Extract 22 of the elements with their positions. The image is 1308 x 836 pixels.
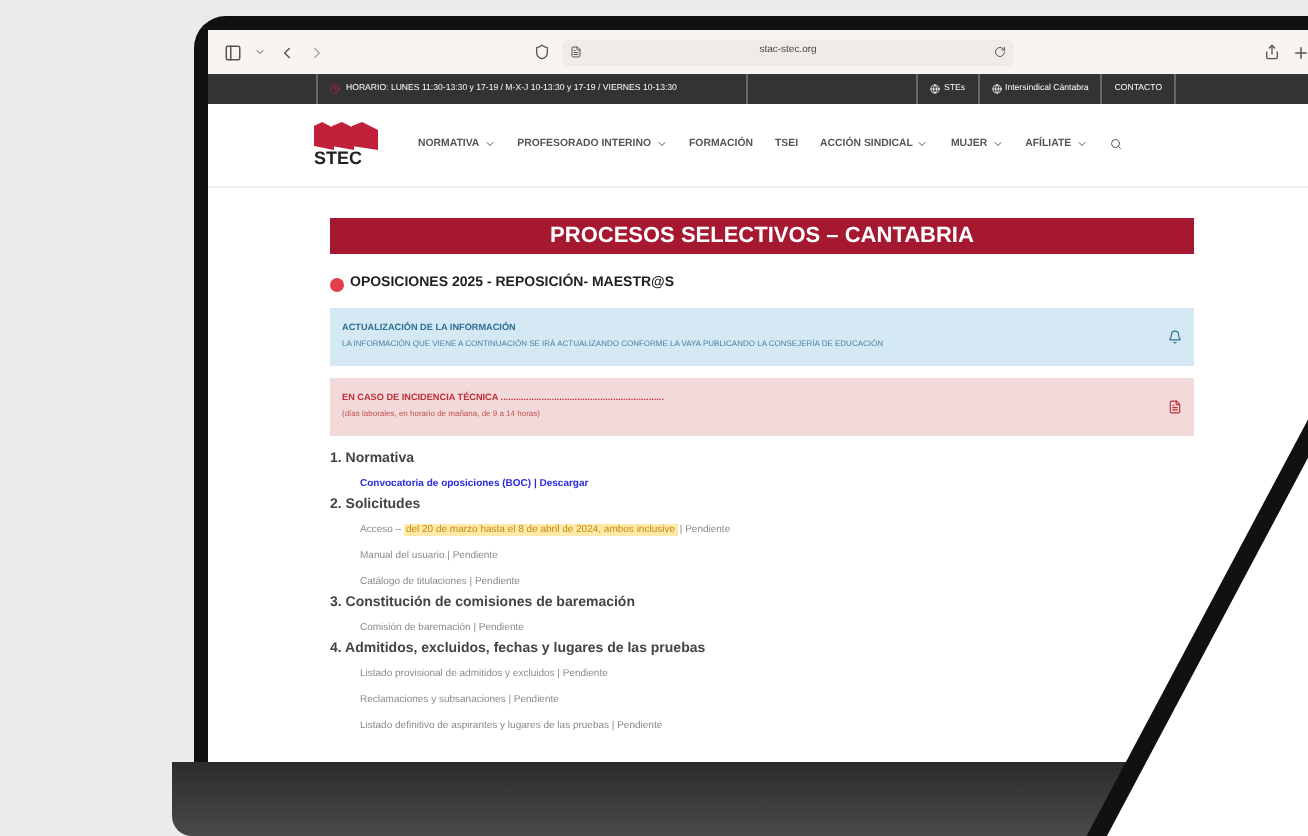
page-title: PROCESOS SELECTIVOS – CANTABRIA [330,218,1194,254]
alert-icon [330,277,344,292]
logo-text: STEC [314,150,363,168]
globe-icon [930,84,940,94]
share-icon[interactable] [1264,44,1280,60]
search-icon[interactable] [1109,138,1122,151]
shield-icon[interactable] [534,44,550,60]
bell-icon [1168,329,1182,343]
flags-icon [314,122,378,150]
reload-icon[interactable] [994,46,1006,58]
globe-icon [991,84,1002,94]
chevron-down-icon [916,138,929,151]
sidebar-icon[interactable] [224,43,242,61]
clock-icon [330,84,340,94]
chevron-down-icon [483,138,496,151]
document-icon [1168,399,1182,413]
chevron-down-icon [655,138,668,151]
chevron-down-icon [1075,138,1088,151]
page-icon [570,46,582,58]
back-icon[interactable] [278,43,296,61]
new-tab-icon[interactable] [1292,43,1308,61]
chevron-down-icon [991,138,1004,151]
